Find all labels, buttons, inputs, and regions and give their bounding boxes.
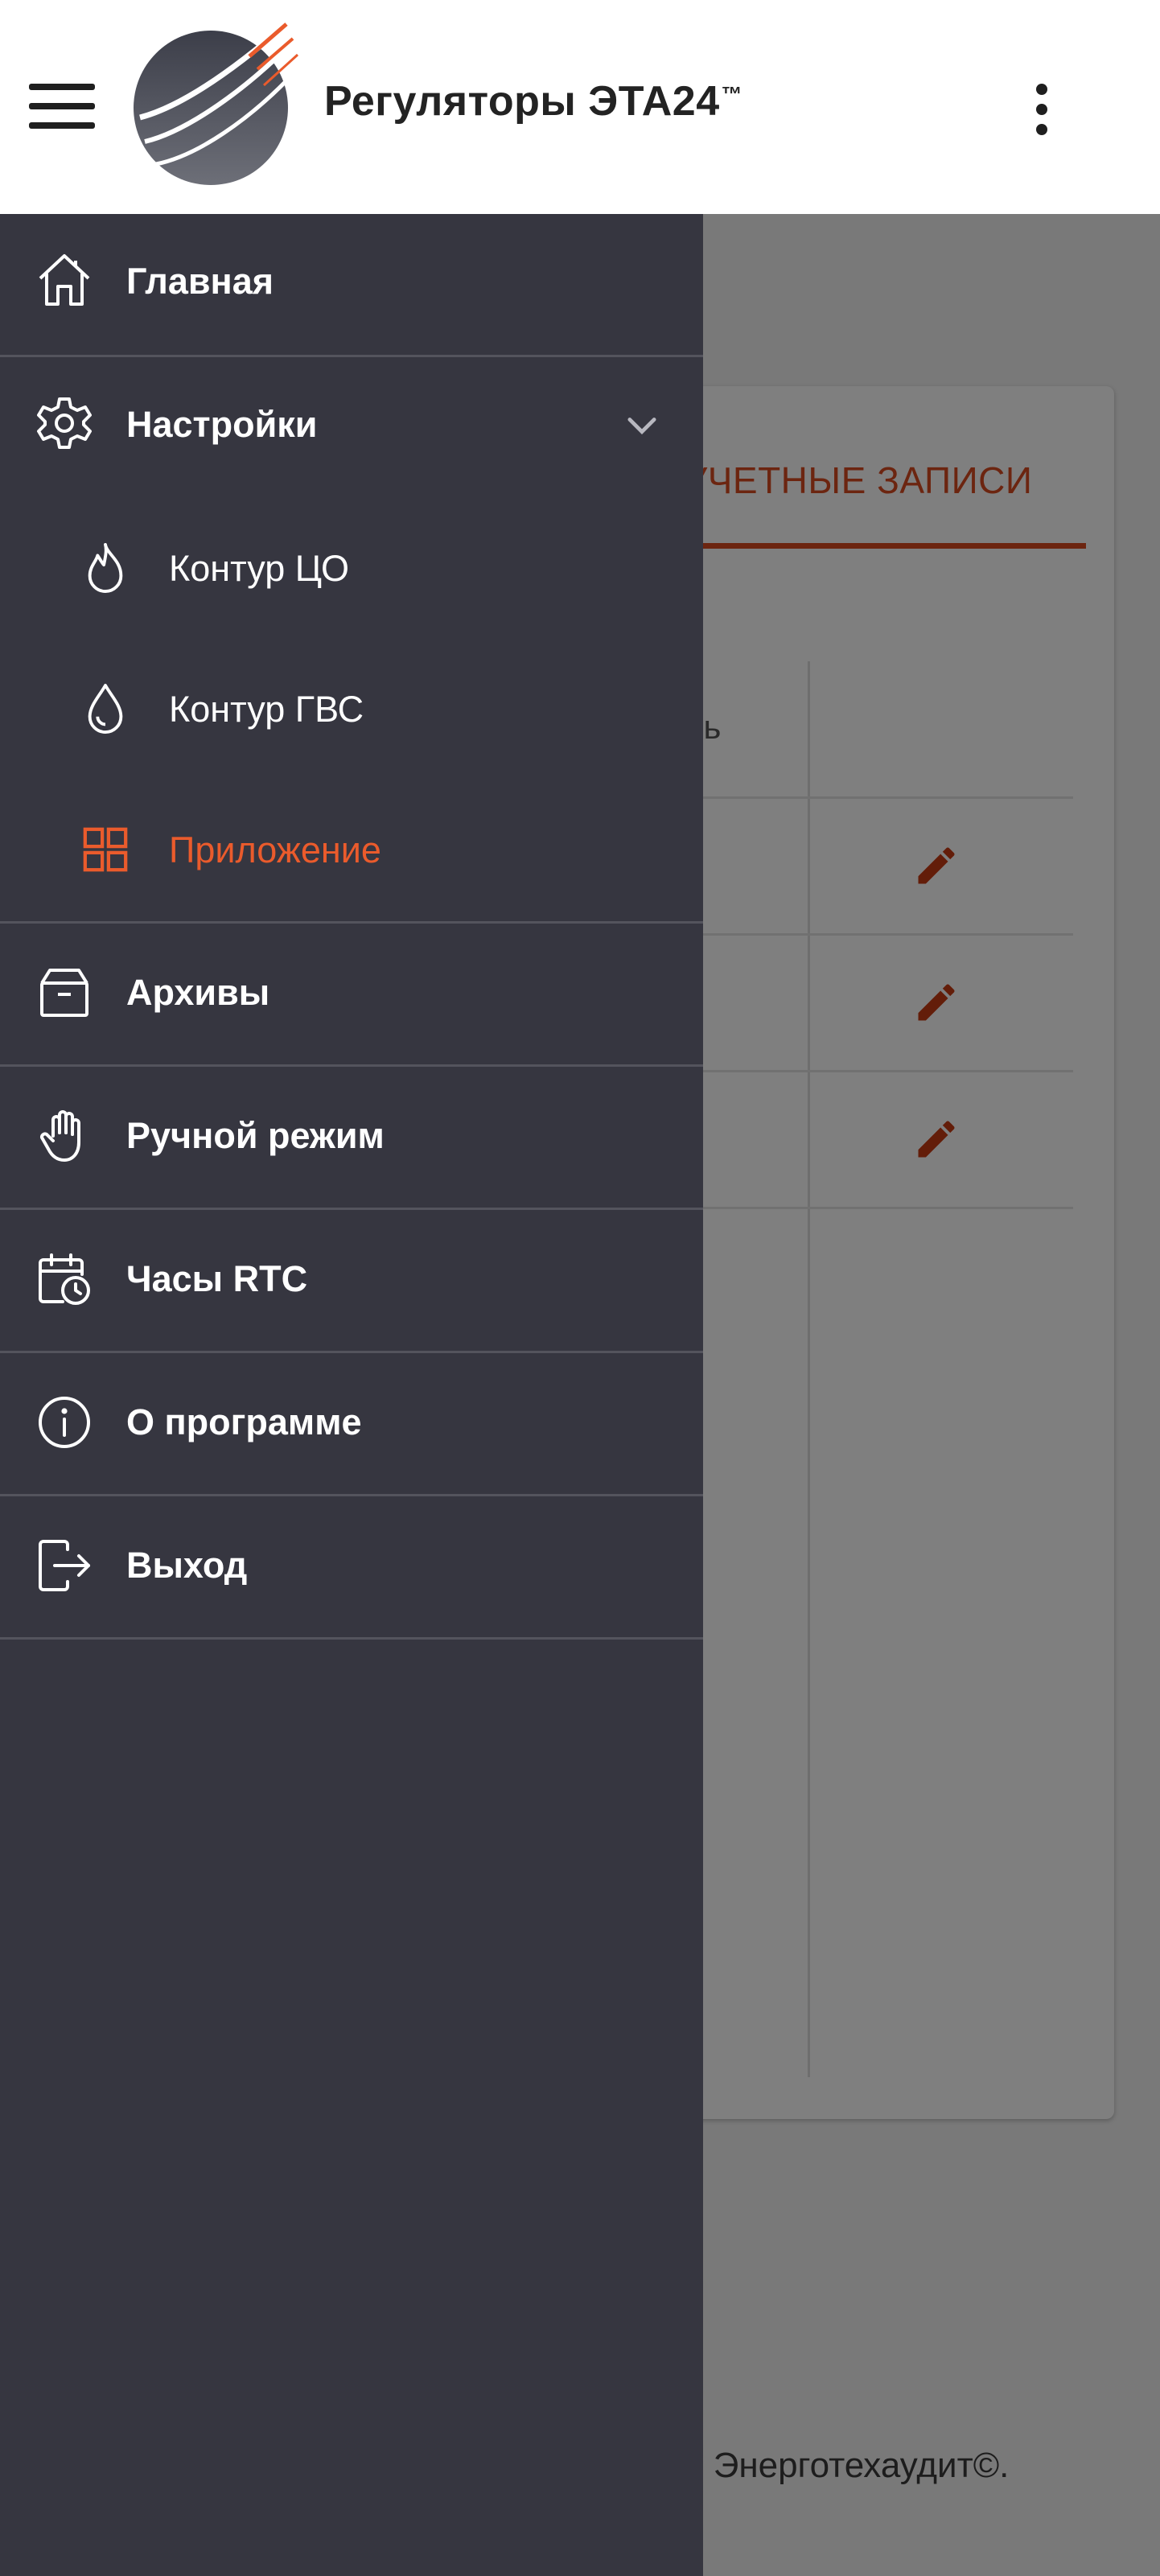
menu-item-manual-mode[interactable]: Ручной режим	[0, 1067, 703, 1208]
gear-icon	[37, 397, 92, 449]
info-icon	[39, 1397, 90, 1448]
submenu-item-hw-circuit[interactable]: Контур ГВС	[0, 639, 703, 780]
archive-box-icon	[40, 969, 88, 1017]
submenu-item-label: Приложение	[169, 829, 381, 870]
menu-icon[interactable]	[29, 84, 95, 129]
submenu-item-label: Контур ЦО	[169, 548, 350, 589]
menu-item-logout[interactable]: Выход	[0, 1496, 703, 1637]
calendar-clock-icon	[39, 1253, 90, 1305]
menu-item-label: Архивы	[126, 972, 270, 1013]
menu-item-label: Ручной режим	[126, 1115, 385, 1156]
home-icon	[39, 254, 90, 306]
menu-item-home[interactable]: Главная	[0, 214, 703, 355]
menu-item-label: Выход	[126, 1545, 248, 1586]
logout-icon	[39, 1540, 90, 1591]
menu-item-settings[interactable]: Настройки	[0, 357, 703, 498]
menu-item-label: Главная	[126, 261, 274, 302]
more-options-icon[interactable]	[1030, 84, 1054, 135]
menu-item-label: О программе	[126, 1401, 362, 1442]
divider	[0, 1637, 703, 1640]
hand-icon	[40, 1110, 80, 1162]
app-grid-icon	[83, 827, 128, 872]
navigation-drawer: Главная Настройки Контур ЦО Контур ГВС П…	[0, 214, 703, 2576]
flame-icon	[88, 543, 123, 593]
trademark: ™	[721, 82, 743, 106]
menu-item-rtc-clock[interactable]: Часы RTC	[0, 1210, 703, 1351]
menu-item-archives[interactable]: Архивы	[0, 924, 703, 1064]
app-logo	[134, 22, 299, 185]
submenu-item-label: Контур ГВС	[169, 689, 364, 730]
submenu-item-co-circuit[interactable]: Контур ЦО	[0, 498, 703, 639]
app-title-text: Регуляторы ЭТА24	[324, 78, 720, 125]
menu-item-label: Часы RTC	[126, 1258, 308, 1299]
app-bar: Регуляторы ЭТА24™	[0, 0, 1160, 214]
water-drop-icon	[88, 684, 123, 734]
chevron-down-icon[interactable]	[621, 404, 663, 446]
menu-item-label: Настройки	[126, 404, 318, 445]
app-title: Регуляторы ЭТА24™	[324, 77, 742, 126]
submenu-item-application[interactable]: Приложение	[0, 780, 703, 920]
menu-item-about[interactable]: О программе	[0, 1353, 703, 1494]
